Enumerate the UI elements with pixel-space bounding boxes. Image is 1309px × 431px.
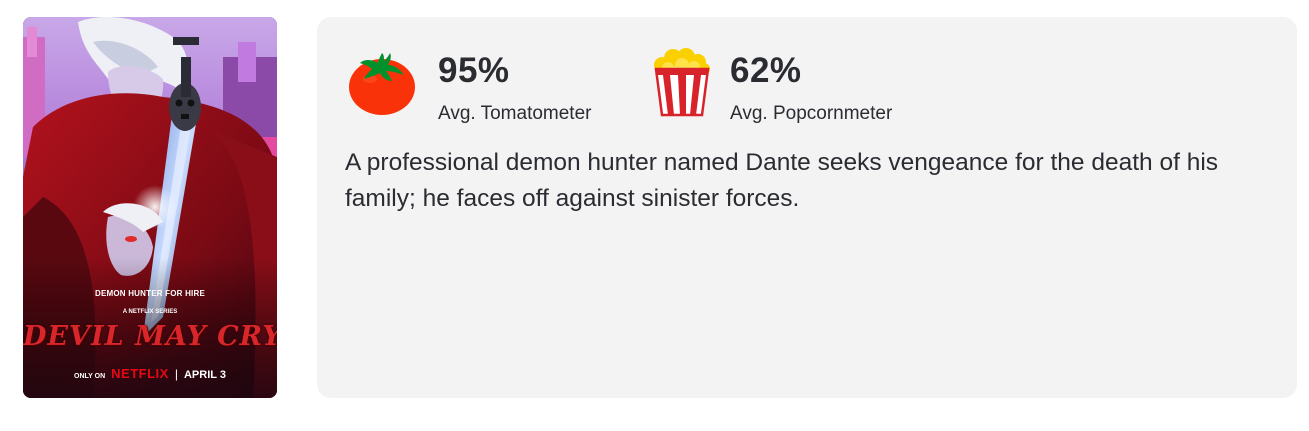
- tomatometer-score[interactable]: 95% Avg. Tomatometer: [346, 45, 616, 125]
- popcornmeter-score[interactable]: 62% Avg. Popcornmeter: [646, 45, 916, 125]
- poster-only-on: ONLY ON: [74, 373, 106, 380]
- show-poster[interactable]: DEMON HUNTER FOR HIRE A NETFLIX SERIES D…: [23, 17, 277, 398]
- poster-tagline: DEMON HUNTER FOR HIRE: [95, 289, 205, 298]
- tomato-icon: [349, 53, 415, 115]
- popcornmeter-label: Avg. Popcornmeter: [730, 103, 893, 124]
- tomatometer-value: 95%: [438, 51, 510, 90]
- tomatometer-label: Avg. Tomatometer: [438, 103, 592, 124]
- poster-release-line: ONLY ON NETFLIX | APRIL 3: [23, 366, 277, 381]
- poster-network-line: A NETFLIX SERIES: [122, 309, 178, 315]
- show-info-card: 95% Avg. Tomatometer 62% Avg. Popcornmet…: [317, 17, 1297, 398]
- poster-title-logo: DEVIL MAY CRY: [23, 321, 277, 352]
- popcorn-icon: [654, 48, 710, 117]
- poster-separator: |: [174, 367, 178, 381]
- poster-network-logo: NETFLIX: [111, 366, 169, 381]
- popcornmeter-value: 62%: [730, 51, 802, 90]
- poster-release-date: APRIL 3: [183, 369, 226, 381]
- show-synopsis: A professional demon hunter named Dante …: [345, 149, 1219, 212]
